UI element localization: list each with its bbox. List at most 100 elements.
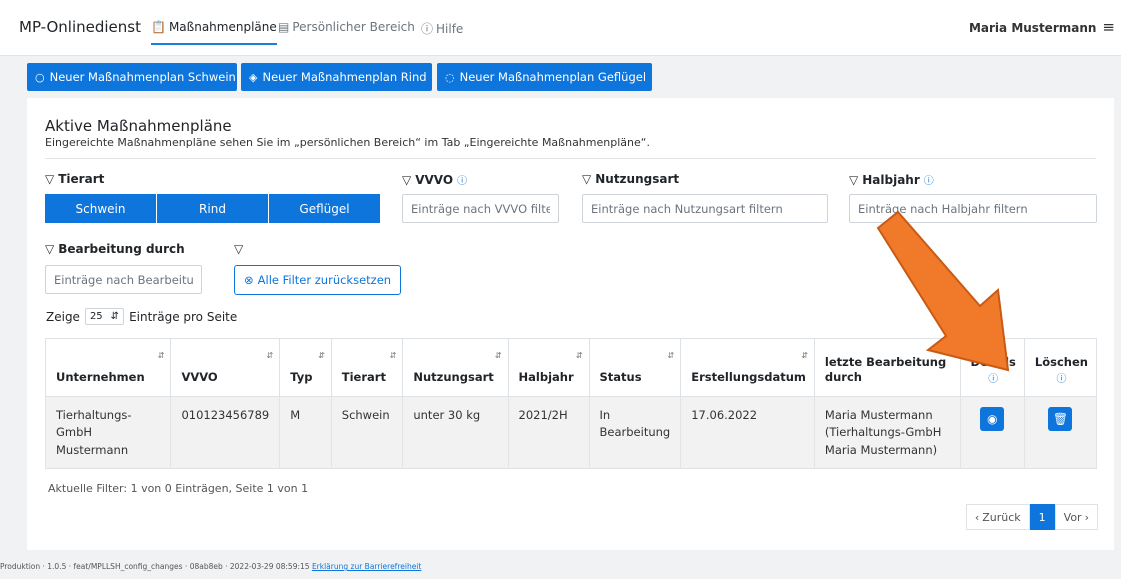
th-loeschen: Löschen ⓘ [1024, 338, 1098, 397]
new-plan-schwein-button[interactable]: ○ Neuer Maßnahmenplan Schwein [27, 63, 237, 91]
funnel-icon: ▽ [582, 172, 592, 186]
brand-title[interactable]: MP-Onlinedienst [19, 18, 141, 36]
chevron-left-icon: ‹ [974, 510, 980, 524]
header-label: Details [970, 354, 1016, 369]
sort-icon: ⇵ [494, 351, 502, 360]
nutzungsart-filter-input[interactable] [582, 194, 828, 223]
nav-hilfe[interactable]: ⓘ Hilfe [421, 20, 463, 37]
page-length-value: 25 [89, 311, 103, 322]
tierart-schwein-button[interactable]: Schwein [45, 194, 157, 223]
table-info: Aktuelle Filter: 1 von 0 Einträgen, Seit… [48, 482, 309, 495]
new-plan-rind-button[interactable]: ◈ Neuer Maßnahmenplan Rind [241, 63, 432, 91]
reset-filters-button[interactable]: ⊗ Alle Filter zurücksetzen [234, 265, 402, 295]
nav-persoenlicher-bereich[interactable]: ▤ Persönlicher Bereich [278, 20, 415, 34]
nav-label: Maßnahmenpläne [168, 20, 277, 34]
length-prefix: Zeige [46, 309, 80, 324]
funnel-icon: ▽ [45, 242, 55, 256]
plans-table: ⇵ Unternehmen ⇵ VVVO ⇵ Typ ⇵ Tierart ⇵ Nutzun… [44, 338, 1098, 469]
th-details: Details ⓘ [960, 338, 1025, 397]
th-halbjahr[interactable]: ⇵ Halbjahr [508, 338, 590, 397]
th-nutzungsart[interactable]: ⇵ Nutzungsart [402, 338, 509, 397]
new-plan-gefluegel-button[interactable]: ◌ Neuer Maßnahmenplan Geflügel [437, 63, 652, 91]
th-status[interactable]: ⇵ Status [589, 338, 682, 397]
pagination-page[interactable]: 1 [1029, 504, 1055, 530]
cell-letzte-bearbeitung: Maria Mustermann (Tierhaltungs-GmbH Mari… [814, 396, 961, 469]
help-icon[interactable]: ⓘ [924, 172, 934, 187]
help-icon[interactable]: ⓘ [457, 172, 467, 187]
delete-button[interactable]: 🗑 [1048, 407, 1073, 431]
page-length-control: Zeige 25 ⇵ Einträge pro Seite [46, 308, 237, 325]
tierart-rind-button[interactable]: Rind [157, 194, 269, 223]
cell-unternehmen: Tierhaltungs-GmbH Mustermann [44, 396, 172, 469]
card-title: Aktive Maßnahmenpläne [45, 117, 232, 135]
pagination-next[interactable]: Vor › [1054, 504, 1098, 530]
label-text: Halbjahr [862, 172, 920, 187]
page-length-select[interactable]: 25 ⇵ [84, 308, 125, 325]
header-label: letzte Bearbeitung durch [824, 354, 947, 385]
id-card-icon: ▤ [278, 20, 290, 34]
header-label: Nutzungsart [413, 370, 494, 385]
pagination: ‹ Zurück 1 Vor › [965, 504, 1098, 530]
tierart-segmented-control: Schwein Rind Geflügel [45, 194, 380, 223]
funnel-icon: ▽ [234, 242, 244, 256]
button-label: Neuer Maßnahmenplan Rind [262, 70, 427, 84]
hamburger-menu-icon[interactable]: ≡ [1102, 20, 1115, 35]
header-label: Tierart [341, 370, 386, 385]
build-info: Produktion · 1.0.5 · feat/MPLLSH_config_… [0, 562, 310, 571]
cell-nutzungsart: unter 30 kg [402, 396, 509, 469]
filter-label-tierart: ▽ Tierart [45, 172, 104, 186]
sort-icon: ⇵ [389, 351, 397, 360]
chevron-right-icon: › [1084, 510, 1089, 524]
user-name: Maria Mustermann [968, 20, 1097, 35]
halbjahr-filter-input[interactable] [849, 194, 1097, 223]
vvvo-filter-input[interactable] [402, 194, 559, 223]
filter-label-vvvo: ▽ VVVO ⓘ [402, 172, 467, 188]
header-label: VVVO [181, 370, 218, 385]
sort-icon: ⇵ [667, 351, 675, 360]
table-row: Tierhaltungs-GmbH Mustermann 01012345678… [44, 396, 1098, 469]
button-label: Neuer Maßnahmenplan Schwein [49, 70, 236, 84]
help-icon[interactable]: ⓘ [1035, 373, 1088, 387]
nav-label: Persönlicher Bereich [292, 20, 415, 34]
table-header-row: ⇵ Unternehmen ⇵ VVVO ⇵ Typ ⇵ Tierart ⇵ Nutzun… [44, 338, 1098, 397]
th-unternehmen[interactable]: ⇵ Unternehmen [44, 338, 172, 397]
sort-icon: ⇵ [801, 351, 808, 360]
button-label: Neuer Maßnahmenplan Geflügel [459, 70, 647, 84]
funnel-icon: ▽ [45, 172, 55, 186]
trash-icon: 🗑 [1052, 412, 1069, 426]
th-typ[interactable]: ⇵ Typ [279, 338, 332, 397]
user-menu[interactable]: Maria Mustermann ≡ [969, 20, 1115, 35]
sort-icon: ⇵ [266, 351, 274, 360]
header-label: Halbjahr [518, 370, 574, 385]
nav-massnahmenplaene[interactable]: 📋 Maßnahmenpläne [151, 20, 277, 45]
th-erstellungsdatum[interactable]: ⇵ Erstellungsdatum [680, 338, 815, 397]
active-plans-card: Aktive Maßnahmenpläne Eingereichte Maßna… [27, 98, 1114, 550]
pagination-prev[interactable]: ‹ Zurück [965, 504, 1030, 530]
help-icon[interactable]: ⓘ [971, 373, 1016, 387]
nav-label: Hilfe [436, 21, 464, 36]
th-vvvo[interactable]: ⇵ VVVO [170, 338, 281, 397]
reset-filter-label: ▽ [234, 242, 243, 256]
bird-icon: ◌ [445, 70, 455, 84]
label-text: Tierart [58, 172, 105, 186]
header-label: Löschen [1034, 354, 1088, 369]
details-button[interactable]: ◉ [980, 407, 1005, 431]
th-letzte-bearbeitung[interactable]: letzte Bearbeitung durch [814, 338, 961, 397]
filter-label-bearbeitung: ▽ Bearbeitung durch [45, 242, 185, 256]
cell-details: ◉ [960, 396, 1025, 469]
cell-halbjahr: 2021/2H [508, 396, 590, 469]
bearbeitung-filter-input[interactable] [45, 265, 202, 294]
clipboard-icon: 📋 [151, 20, 166, 34]
cell-tierart: Schwein [331, 396, 404, 469]
sort-icon: ⇵ [575, 351, 583, 360]
tierart-gefluegel-button[interactable]: Geflügel [269, 194, 380, 223]
header-label: Typ [290, 370, 313, 385]
top-navbar: MP-Onlinedienst 📋 Maßnahmenpläne ▤ Persö… [0, 0, 1121, 56]
funnel-icon: ▽ [849, 172, 859, 187]
accessibility-link[interactable]: Erklärung zur Barrierefreiheit [312, 562, 421, 571]
cell-loeschen: 🗑 [1024, 396, 1098, 469]
th-tierart[interactable]: ⇵ Tierart [331, 338, 404, 397]
header-label: Status [599, 370, 642, 385]
prev-label: Zurück [982, 510, 1021, 524]
header-label: Unternehmen [56, 370, 145, 385]
